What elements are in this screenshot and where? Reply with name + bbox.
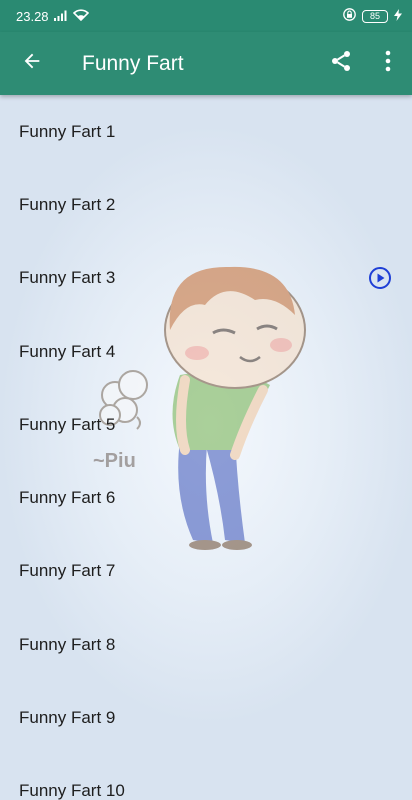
list-item[interactable]: Funny Fart 7 xyxy=(0,535,412,608)
screen: 23.28 85 Funny Fart ~Piu Funny Fart 1 Fu… xyxy=(0,0,412,800)
list-item[interactable]: Funny Fart 2 xyxy=(0,168,412,241)
list-item[interactable]: Funny Fart 10 xyxy=(0,755,412,800)
play-circle-icon[interactable] xyxy=(368,266,392,290)
list-item[interactable]: Funny Fart 8 xyxy=(0,608,412,681)
list-item[interactable]: Funny Fart 3 xyxy=(0,242,412,315)
list-item[interactable]: Funny Fart 4 xyxy=(0,315,412,388)
list-item-label: Funny Fart 6 xyxy=(19,488,116,508)
signal-icon xyxy=(53,9,68,24)
battery-level: 85 xyxy=(369,10,380,21)
more-vert-icon xyxy=(385,50,391,77)
share-button[interactable] xyxy=(318,32,364,95)
wifi-icon xyxy=(72,8,89,24)
status-right: 85 xyxy=(343,8,402,24)
list-item-label: Funny Fart 4 xyxy=(19,341,116,361)
app-bar: Funny Fart xyxy=(0,32,412,95)
battery-icon: 85 xyxy=(362,9,388,23)
list-item[interactable]: Funny Fart 6 xyxy=(0,461,412,534)
list-item[interactable]: Funny Fart 9 xyxy=(0,681,412,754)
list-item-label: Funny Fart 3 xyxy=(19,268,116,288)
back-button[interactable] xyxy=(0,32,64,95)
status-left: 23.28 xyxy=(16,9,89,24)
arrow-back-icon xyxy=(21,50,43,77)
list-item-label: Funny Fart 2 xyxy=(19,194,116,214)
status-bar: 23.28 85 xyxy=(0,0,412,32)
list-item-label: Funny Fart 8 xyxy=(19,634,116,654)
list-item[interactable]: Funny Fart 1 xyxy=(0,95,412,168)
list-item-label: Funny Fart 5 xyxy=(19,414,116,434)
sound-list: Funny Fart 1 Funny Fart 2 Funny Fart 3 F… xyxy=(0,95,412,800)
status-time: 23.28 xyxy=(16,8,49,24)
list-item-label: Funny Fart 10 xyxy=(19,781,125,800)
list-item-label: Funny Fart 1 xyxy=(19,121,116,141)
app-title: Funny Fart xyxy=(82,51,184,75)
list-item-label: Funny Fart 7 xyxy=(19,561,116,581)
charging-icon xyxy=(394,8,402,24)
list-item-label: Funny Fart 9 xyxy=(19,708,116,728)
overflow-menu-button[interactable] xyxy=(364,32,412,95)
lock-icon xyxy=(343,8,356,24)
share-icon xyxy=(329,49,353,78)
list-item[interactable]: Funny Fart 5 xyxy=(0,388,412,461)
